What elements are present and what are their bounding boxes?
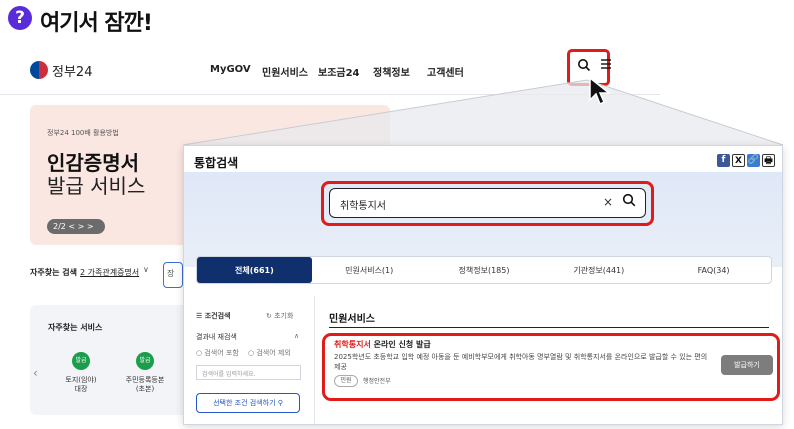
category-badge: 민원 [334, 375, 358, 387]
print-icon[interactable]: 🖶 [762, 154, 775, 167]
refine-search-input[interactable]: 검색어를 입력하세요. [196, 365, 301, 380]
frequent-services-title: 자주찾는 서비스 [48, 323, 103, 332]
site-logo-text[interactable]: 정부24 [52, 61, 92, 80]
filter-search-button[interactable]: 선택한 조건 검색하기 ⚲ [196, 393, 300, 413]
menu-icon[interactable] [600, 58, 612, 74]
search-icon[interactable] [577, 58, 591, 76]
search-submit-icon[interactable] [622, 193, 636, 211]
tab-civil-services[interactable]: 민원서비스(1) [312, 257, 427, 283]
nav-civil-services[interactable]: 민원서비스 [262, 64, 308, 79]
service-label-land[interactable]: 토지(임야) 대장 [55, 376, 107, 394]
integrated-search-modal: 통합검색 f X 🔗 🖶 취학통지서 × 전체(661) 민원서비스(1) 정책… [183, 145, 783, 425]
issue-button[interactable]: 발급하기 [721, 355, 773, 375]
filter-title: ☰ 조건검색 [196, 312, 231, 320]
refresh-icon: ↻ [266, 312, 275, 320]
banner-pager[interactable]: 2/2 < > > [47, 219, 105, 234]
page-title: 여기서 잠깐! [40, 11, 153, 36]
frequent-search-box[interactable]: 장 [163, 262, 183, 288]
frequent-search-select[interactable]: 2 가족관계증명서 [80, 267, 139, 278]
banner-title-line2: 발급 서비스 [47, 174, 146, 198]
nav-subsidy[interactable]: 보조금24 [318, 64, 360, 79]
x-share-icon[interactable]: X [732, 154, 745, 167]
tab-policy[interactable]: 정책정보(185) [427, 257, 542, 283]
issue-badge-icon[interactable]: 발급 [72, 352, 90, 370]
nav-customer-center[interactable]: 고객센터 [427, 64, 464, 79]
section-title: 민원서비스 [329, 314, 375, 325]
search-input-value: 취학통지서 [340, 201, 386, 212]
result-description: 2025학년도 초등학교 입학 예정 아동을 둔 예비학부모에게 취학아동 명부… [334, 353, 708, 371]
tab-agency[interactable]: 기관정보(441) [541, 257, 656, 283]
government-logo-icon[interactable] [30, 61, 48, 79]
header-divider [0, 94, 660, 95]
modal-title: 통합검색 [194, 156, 239, 170]
facebook-share-icon[interactable]: f [717, 154, 730, 167]
banner-caption: 정부24 100배 활용방법 [47, 129, 119, 137]
tab-all[interactable]: 전체(661) [197, 257, 312, 283]
refine-search-label: 결과내 재검색 [196, 333, 237, 341]
chevron-left-icon[interactable]: ‹ [33, 366, 38, 380]
service-label-resident[interactable]: 주민등록등본 (초본) [116, 376, 174, 394]
filter-reset[interactable]: ↻ 초기화 [266, 311, 293, 321]
result-tabs: 전체(661) 민원서비스(1) 정책정보(185) 기관정보(441) FAQ… [196, 256, 772, 284]
tab-faq[interactable]: FAQ(34) [656, 257, 771, 283]
panel-divider [314, 296, 315, 424]
result-title[interactable]: 취학통지서 온라인 신청 발급 [334, 339, 431, 350]
filter-panel: ☰ 조건검색 ↻ 초기화 결과내 재검색 ∧ ○ 검색어 포함 ○ 검색어 제외… [196, 303, 313, 418]
filter-icon: ☰ [196, 312, 205, 320]
chevron-down-icon[interactable]: ∨ [143, 265, 149, 274]
search-icon: ⚲ [277, 399, 283, 407]
frequent-search-label: 자주찾는 검색 [30, 268, 77, 277]
clear-icon[interactable]: × [603, 195, 613, 209]
radio-include[interactable]: ○ 검색어 포함 [196, 348, 239, 358]
mouse-cursor-icon [589, 76, 612, 106]
section-divider [329, 327, 769, 328]
radio-exclude[interactable]: ○ 검색어 제외 [248, 348, 291, 358]
issue-badge-icon[interactable]: 발급 [136, 352, 154, 370]
question-icon: ? [8, 6, 32, 30]
chevron-up-icon[interactable]: ∧ [294, 332, 299, 340]
nav-policy[interactable]: 정책정보 [373, 64, 410, 79]
result-agency: 행정안전부 [363, 378, 391, 385]
link-copy-icon[interactable]: 🔗 [747, 154, 760, 167]
search-input[interactable]: 취학통지서 × [329, 188, 646, 218]
nav-mygov[interactable]: MyGOV [210, 64, 251, 75]
